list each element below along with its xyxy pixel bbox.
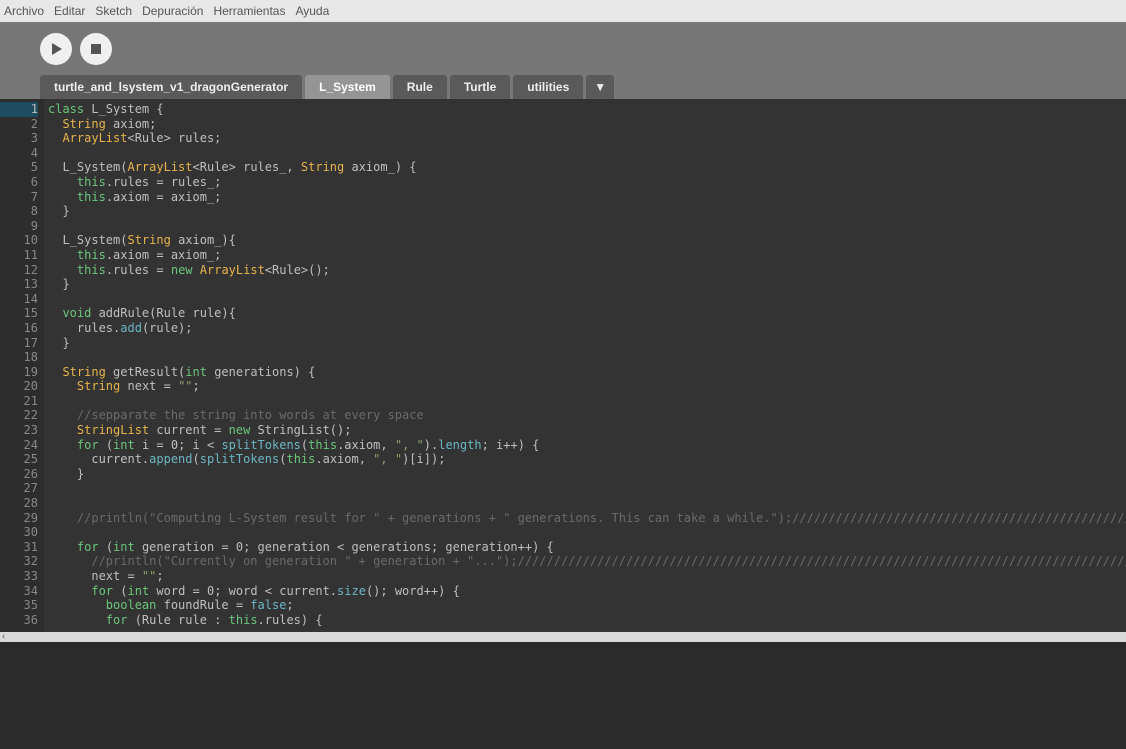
menubar: Archivo Editar Sketch Depuración Herramienta… [0, 0, 1126, 22]
line-number: 8 [0, 204, 38, 219]
code-line: //println("Currently on generation " + g… [48, 554, 1126, 569]
tab-turtle_and_lsystem_v1_dragonGenerator[interactable]: turtle_and_lsystem_v1_dragonGenerator [40, 75, 302, 99]
line-number: 15 [0, 306, 38, 321]
line-number: 19 [0, 365, 38, 380]
line-number: 2 [0, 117, 38, 132]
line-number: 21 [0, 394, 38, 409]
code-line [48, 496, 1126, 511]
code-line: this.axiom = axiom_; [48, 248, 1126, 263]
code-line: void addRule(Rule rule){ [48, 306, 1126, 321]
code-line: String axiom; [48, 117, 1126, 132]
tab-Rule[interactable]: Rule [393, 75, 447, 99]
code-line: this.rules = rules_; [48, 175, 1126, 190]
line-number: 27 [0, 481, 38, 496]
line-number: 5 [0, 160, 38, 175]
line-number: 6 [0, 175, 38, 190]
chevron-left-icon[interactable]: ‹ [2, 631, 5, 642]
line-number: 30 [0, 525, 38, 540]
line-gutter: 1234567891011121314151617181920212223242… [0, 99, 44, 632]
line-number: 23 [0, 423, 38, 438]
code-line [48, 292, 1126, 307]
menu-herramientas[interactable]: Herramientas [213, 4, 285, 18]
line-number: 16 [0, 321, 38, 336]
code-editor[interactable]: 1234567891011121314151617181920212223242… [0, 99, 1126, 632]
menu-ayuda[interactable]: Ayuda [295, 4, 329, 18]
code-line: rules.add(rule); [48, 321, 1126, 336]
tab-L_System[interactable]: L_System [305, 75, 390, 99]
code-line [48, 350, 1126, 365]
code-line: String next = ""; [48, 379, 1126, 394]
line-number: 12 [0, 263, 38, 278]
line-number: 20 [0, 379, 38, 394]
code-line: L_System(String axiom_){ [48, 233, 1126, 248]
console-panel [0, 642, 1126, 749]
code-line: } [48, 336, 1126, 351]
line-number: 1 [0, 102, 38, 117]
tabbar: turtle_and_lsystem_v1_dragonGeneratorL_S… [0, 75, 1126, 99]
menu-depuración[interactable]: Depuración [142, 4, 203, 18]
line-number: 13 [0, 277, 38, 292]
line-number: 36 [0, 613, 38, 628]
code-line: for (int i = 0; i < splitTokens(this.axi… [48, 438, 1126, 453]
menu-sketch[interactable]: Sketch [95, 4, 132, 18]
line-number: 14 [0, 292, 38, 307]
run-button[interactable] [40, 33, 72, 65]
code-line: for (Rule rule : this.rules) { [48, 613, 1126, 628]
line-number: 11 [0, 248, 38, 263]
code-line [48, 394, 1126, 409]
code-line: } [48, 467, 1126, 482]
code-line: next = ""; [48, 569, 1126, 584]
code-line [48, 219, 1126, 234]
code-line: for (int word = 0; word < current.size()… [48, 584, 1126, 599]
line-number: 4 [0, 146, 38, 161]
menu-archivo[interactable]: Archivo [4, 4, 44, 18]
line-number: 3 [0, 131, 38, 146]
stop-button[interactable] [80, 33, 112, 65]
tab-Turtle[interactable]: Turtle [450, 75, 510, 99]
tab-utilities[interactable]: utilities [513, 75, 583, 99]
line-number: 7 [0, 190, 38, 205]
stop-icon [91, 44, 101, 54]
code-line: current.append(splitTokens(this.axiom, "… [48, 452, 1126, 467]
code-line [48, 525, 1126, 540]
line-number: 34 [0, 584, 38, 599]
code-line: //println("Computing L-System result for… [48, 511, 1126, 526]
line-number: 35 [0, 598, 38, 613]
line-number: 17 [0, 336, 38, 351]
code-area[interactable]: class L_System { String axiom; ArrayList… [44, 99, 1126, 632]
line-number: 31 [0, 540, 38, 555]
play-icon [52, 43, 62, 55]
code-line: this.rules = new ArrayList<Rule>(); [48, 263, 1126, 278]
tab-menu-button[interactable]: ▼ [586, 75, 614, 99]
line-number: 24 [0, 438, 38, 453]
line-number: 18 [0, 350, 38, 365]
code-line: StringList current = new StringList(); [48, 423, 1126, 438]
code-line: L_System(ArrayList<Rule> rules_, String … [48, 160, 1126, 175]
line-number: 9 [0, 219, 38, 234]
code-line: } [48, 204, 1126, 219]
line-number: 32 [0, 554, 38, 569]
horizontal-scrollbar[interactable]: ‹ [0, 632, 1126, 642]
code-line: class L_System { [48, 102, 1126, 117]
line-number: 22 [0, 408, 38, 423]
line-number: 10 [0, 233, 38, 248]
code-line: this.axiom = axiom_; [48, 190, 1126, 205]
code-line: } [48, 277, 1126, 292]
line-number: 28 [0, 496, 38, 511]
code-line: boolean foundRule = false; [48, 598, 1126, 613]
code-line: ArrayList<Rule> rules; [48, 131, 1126, 146]
menu-editar[interactable]: Editar [54, 4, 85, 18]
toolbar [0, 22, 1126, 75]
code-line: String getResult(int generations) { [48, 365, 1126, 380]
code-line [48, 481, 1126, 496]
code-line: for (int generation = 0; generation < ge… [48, 540, 1126, 555]
code-line: //sepparate the string into words at eve… [48, 408, 1126, 423]
code-line [48, 146, 1126, 161]
line-number: 33 [0, 569, 38, 584]
line-number: 26 [0, 467, 38, 482]
line-number: 25 [0, 452, 38, 467]
line-number: 29 [0, 511, 38, 526]
